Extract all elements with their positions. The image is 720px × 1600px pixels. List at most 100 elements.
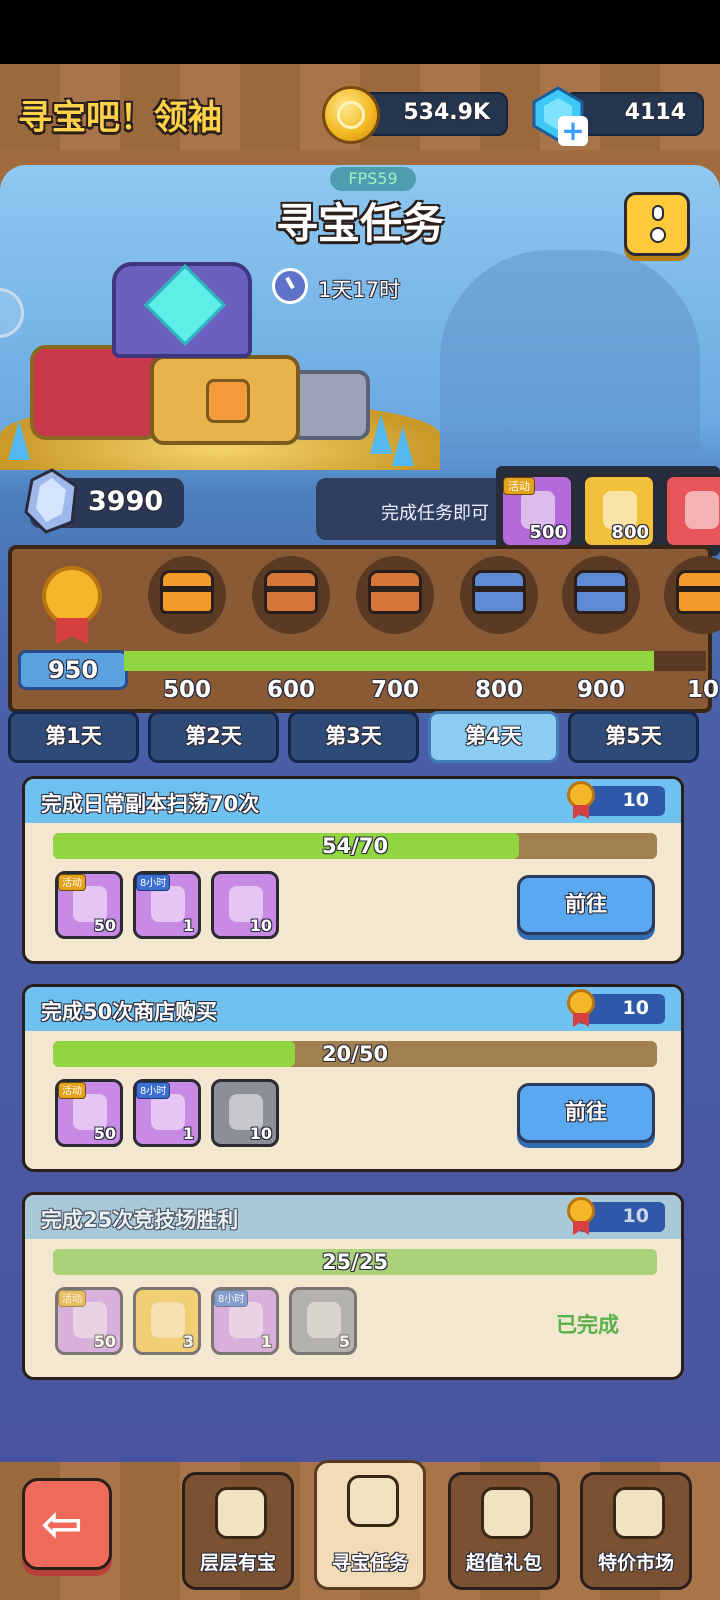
info-button[interactable]	[624, 192, 690, 256]
chest-icon	[676, 570, 720, 614]
crystal-chest-image	[112, 262, 252, 358]
coin-value: 534.9K	[403, 100, 490, 125]
chest-band	[368, 586, 422, 592]
task-points: 10	[622, 997, 649, 1019]
medal-ribbon	[573, 1221, 589, 1235]
reward-item[interactable]: 10	[211, 871, 279, 939]
app-title: 寻宝吧！领袖	[18, 98, 222, 138]
reward-count: 5	[338, 1332, 350, 1351]
task-card: 完成25次竞技场胜利 10 25/25 活动 50 3 8小时 1 5 已完成	[22, 1192, 684, 1380]
tab-day-4[interactable]: 第4天	[428, 711, 559, 763]
chest-icon	[368, 570, 422, 614]
reward-tag: 活动	[58, 874, 86, 891]
gem-value: 4114	[624, 100, 686, 125]
reward-tag: 活动	[503, 477, 535, 495]
silver-chest-image	[290, 370, 370, 440]
task-progress-text: 54/70	[321, 834, 389, 858]
milestone-label: 900	[576, 677, 625, 703]
reward-item[interactable]: 活动 50	[55, 1287, 123, 1355]
reward-item[interactable]: 5	[289, 1287, 357, 1355]
tab-day-2[interactable]: 第2天	[148, 711, 279, 763]
reward-count: 3	[182, 1332, 194, 1351]
gift-icon	[481, 1487, 533, 1539]
medal-icon	[567, 989, 595, 1027]
chest-icon	[472, 570, 526, 614]
chest-band	[574, 586, 628, 592]
go-button[interactable]: 前往	[517, 1083, 655, 1143]
task-list-icon	[347, 1475, 399, 1527]
reward-item[interactable]: 3	[133, 1287, 201, 1355]
reward-preview-item[interactable]: 活动 500	[500, 474, 574, 548]
milestone-label: 10	[686, 677, 719, 703]
milestone-label: 700	[370, 677, 419, 703]
milestone-chest[interactable]	[356, 556, 434, 634]
reward-count: 1	[182, 916, 194, 935]
reward-count: 1	[182, 1124, 194, 1143]
task-title: 完成25次竞技场胜利	[41, 1208, 239, 1232]
medal-ribbon	[573, 1013, 589, 1027]
chest-band	[472, 586, 526, 592]
reward-preview-item[interactable]: 800	[582, 474, 656, 548]
task-points: 10	[622, 789, 649, 811]
back-button[interactable]: ⇦	[22, 1478, 112, 1570]
reward-item[interactable]: 活动 50	[55, 871, 123, 939]
task-card: 完成日常副本扫荡70次 10 54/70 活动 50 8小时 1 10 前往	[22, 776, 684, 964]
nav-item-task-list[interactable]: 寻宝任务	[314, 1460, 426, 1590]
reward-item[interactable]: 8小时 1	[133, 1079, 201, 1147]
page-title: 寻宝任务	[275, 199, 444, 248]
reward-item[interactable]: 活动 50	[55, 1079, 123, 1147]
gold-bar-icon	[151, 1302, 185, 1338]
nav-label: 层层有宝	[199, 1552, 276, 1574]
reward-tag: 活动	[58, 1290, 86, 1307]
milestone-chest[interactable]	[148, 556, 226, 634]
task-points: 10	[622, 1205, 649, 1227]
back-arrow-icon: ⇦	[41, 1495, 83, 1553]
reward-count: 10	[249, 916, 272, 935]
fps-counter: FPS59	[330, 167, 416, 191]
reward-tag: 8小时	[136, 1082, 171, 1099]
milestone-label: 600	[266, 677, 315, 703]
medal-icon	[567, 781, 595, 819]
chest-icon	[264, 570, 318, 614]
reward-preview-item[interactable]	[664, 474, 720, 548]
medal-ribbon	[573, 805, 589, 819]
add-gems-button[interactable]: +	[558, 116, 588, 146]
reward-count: 1	[260, 1332, 272, 1351]
medal-disc	[567, 781, 595, 809]
hint-text: 完成任务即可	[381, 503, 489, 524]
reward-item[interactable]: 10	[211, 1079, 279, 1147]
nav-item-medal[interactable]: 层层有宝	[182, 1472, 294, 1590]
task-progress-text: 20/50	[321, 1042, 389, 1066]
nav-item-gift[interactable]: 超值礼包	[448, 1472, 560, 1590]
stone-value: 3990	[88, 486, 164, 517]
nav-item-shop[interactable]: 特价市场	[580, 1472, 692, 1590]
go-button[interactable]: 前往	[517, 875, 655, 935]
task-card: 完成50次商店购买 10 20/50 活动 50 8小时 1 10 前往	[22, 984, 684, 1172]
nav-label: 超值礼包	[465, 1552, 542, 1574]
chest-band	[160, 586, 214, 592]
milestone-chest[interactable]	[562, 556, 640, 634]
clock-icon	[272, 268, 308, 304]
red-chest-image	[30, 345, 160, 440]
stone-icon	[24, 468, 78, 534]
completed-label: 已完成	[556, 1313, 619, 1337]
milestone-chest[interactable]	[460, 556, 538, 634]
milestone-chest[interactable]	[252, 556, 330, 634]
medal-disc	[567, 989, 595, 1017]
tab-day-1[interactable]: 第1天	[8, 711, 139, 763]
reward-tag: 活动	[58, 1082, 86, 1099]
tab-day-5[interactable]: 第5天	[568, 711, 699, 763]
task-title: 完成50次商店购买	[41, 1000, 218, 1024]
coin-icon	[322, 86, 380, 144]
chest-icon	[574, 570, 628, 614]
shop-icon	[613, 1487, 665, 1539]
reward-count: 50	[93, 1332, 116, 1351]
nav-label: 寻宝任务	[331, 1552, 408, 1574]
nav-label: 特价市场	[597, 1552, 674, 1574]
tab-day-3[interactable]: 第3天	[288, 711, 419, 763]
reward-item[interactable]: 8小时 1	[133, 871, 201, 939]
reward-item[interactable]: 8小时 1	[211, 1287, 279, 1355]
chest-band	[676, 586, 720, 592]
scroll-icon	[307, 1302, 341, 1338]
scroll-icon	[685, 491, 719, 529]
